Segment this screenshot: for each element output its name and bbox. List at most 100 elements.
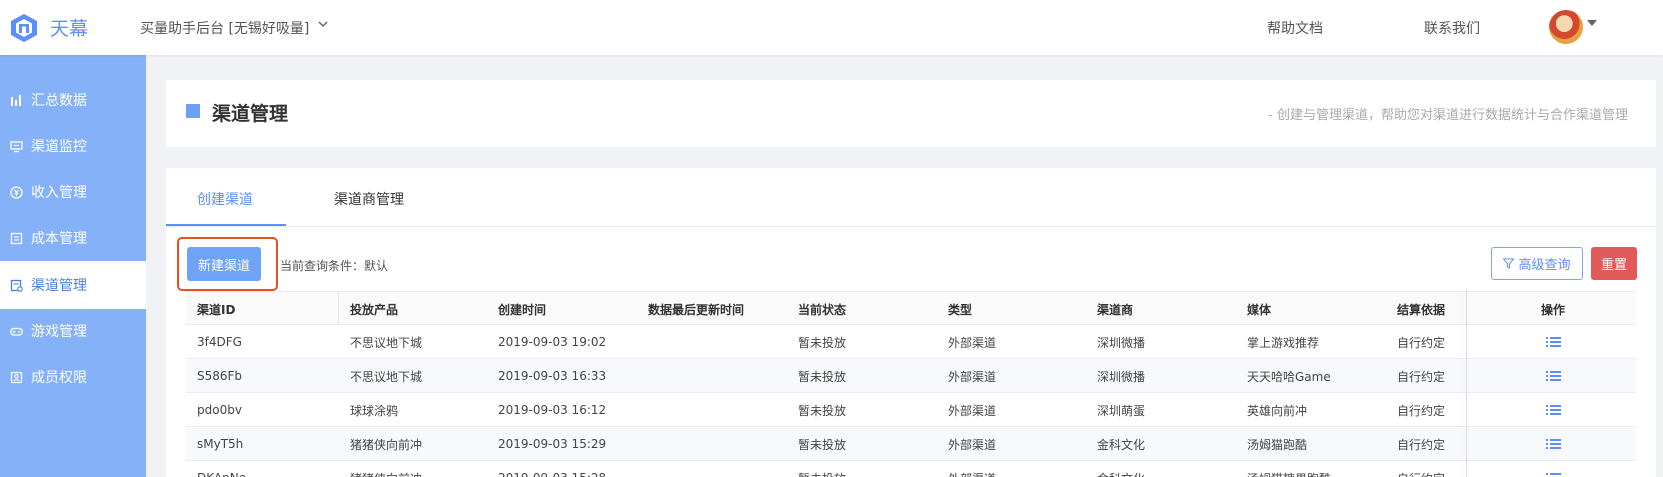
column-divider: [338, 291, 339, 325]
new-channel-button[interactable]: 新建渠道: [187, 247, 261, 281]
title-marker: [186, 104, 200, 118]
table-row[interactable]: sMyT5h 猪猪侠向前冲 2019-09-03 15:29 暂未投放 外部渠道…: [186, 427, 1636, 461]
cell-status: 暂未投放: [798, 369, 847, 384]
page-header-card: 渠道管理 - 创建与管理渠道，帮助您对渠道进行数据统计与合作渠道管理: [166, 80, 1656, 147]
cell-created: 2019-09-03 19:02: [498, 335, 607, 349]
query-condition-value: 默认: [364, 259, 389, 273]
cell-vendor: 深圳微播: [1097, 369, 1146, 384]
content-card: 创建渠道 渠道商管理 新建渠道 当前查询条件： 默认 高级查询 重置 渠道ID …: [166, 168, 1656, 477]
cell-vendor: 金科文化: [1097, 437, 1146, 452]
cell-media: 天天哈哈Game: [1247, 369, 1331, 384]
cell-channel-id: S586Fb: [197, 369, 243, 383]
column-header[interactable]: 投放产品: [350, 292, 398, 326]
list-menu-icon[interactable]: [1546, 325, 1561, 359]
tab-create-channel[interactable]: 创建渠道: [197, 189, 253, 209]
sidebar-item-label: 成本管理: [31, 231, 87, 247]
column-header[interactable]: 结算依据: [1397, 292, 1445, 326]
table-row[interactable]: 3f4DFG 不思议地下城 2019-09-03 19:02 暂未投放 外部渠道…: [186, 325, 1636, 359]
cell-product: 球球涂鸦: [350, 403, 399, 418]
cell-channel-id: 3f4DFG: [197, 335, 242, 349]
table-header-row: 渠道ID 投放产品 创建时间 数据最后更新时间 当前状态 类型 渠道商 媒体 结…: [186, 291, 1636, 325]
doc-icon: [10, 232, 23, 245]
sidebar-item-summary[interactable]: 汇总数据: [0, 76, 146, 124]
monitor-icon: [10, 140, 23, 153]
cell-product: 不思议地下城: [350, 335, 423, 350]
page-title: 渠道管理: [212, 103, 289, 125]
column-header: 操作: [1541, 302, 1566, 317]
tab-bar: 创建渠道 渠道商管理: [166, 168, 1656, 227]
cell-settlement: 自行约定: [1397, 461, 1445, 477]
top-header: 天幕 买量助手后台 [无锡好吸量] 帮助文档 联系我们: [0, 0, 1663, 55]
brand-name[interactable]: 天幕: [50, 14, 88, 41]
cell-type: 外部渠道: [948, 335, 997, 350]
cell-type: 外部渠道: [948, 461, 996, 477]
cell-status: 暂未投放: [798, 461, 846, 477]
table-row[interactable]: pdo0bv 球球涂鸦 2019-09-03 16:12 暂未投放 外部渠道 深…: [186, 393, 1636, 427]
cell-channel-id: sMyT5h: [197, 437, 244, 451]
sidebar-item-label: 收入管理: [31, 185, 87, 201]
sidebar-item-monitor[interactable]: 渠道监控: [0, 122, 146, 170]
cell-type: 外部渠道: [948, 403, 997, 418]
project-selector[interactable]: 买量助手后台 [无锡好吸量]: [140, 18, 309, 38]
cell-vendor: 金科文化: [1097, 461, 1145, 477]
yen-icon: [10, 185, 23, 199]
contact-us-link[interactable]: 联系我们: [1424, 18, 1480, 38]
cell-created: 2019-09-03 16:12: [498, 403, 607, 417]
sidebar-item-members[interactable]: 成员权限: [0, 353, 146, 401]
advanced-search-label: 高级查询: [1518, 258, 1571, 273]
column-header[interactable]: 创建时间: [498, 292, 546, 326]
sidebar-item-label: 渠道监控: [31, 139, 87, 155]
column-header[interactable]: 类型: [948, 292, 972, 326]
tab-channel-vendor[interactable]: 渠道商管理: [334, 189, 404, 209]
member-icon: [10, 371, 23, 384]
sidebar-item-cost[interactable]: 成本管理: [0, 214, 146, 262]
tianmu-logo-icon[interactable]: [8, 12, 40, 44]
cell-product: 猪猪侠向前冲: [350, 461, 422, 477]
column-header[interactable]: 数据最后更新时间: [648, 292, 744, 326]
list-menu-icon[interactable]: [1546, 461, 1561, 477]
cell-settlement: 自行约定: [1397, 403, 1446, 418]
sidebar: 汇总数据 渠道监控 收入管理 成本管理 渠道管理 游戏管理 成员权限: [0, 55, 146, 477]
cell-settlement: 自行约定: [1397, 437, 1446, 452]
list-menu-icon[interactable]: [1546, 427, 1561, 461]
cell-type: 外部渠道: [948, 369, 997, 384]
table-row[interactable]: DKAnNe 猪猪侠向前冲 2019-09-03 15:28 暂未投放 外部渠道…: [186, 461, 1636, 477]
active-tab-indicator: [166, 224, 286, 226]
cell-created: 2019-09-03 16:33: [498, 369, 607, 383]
column-header[interactable]: 当前状态: [798, 292, 846, 326]
cell-status: 暂未投放: [798, 335, 847, 350]
help-docs-link[interactable]: 帮助文档: [1267, 18, 1323, 38]
fixed-column-divider: [1466, 291, 1467, 477]
cell-media: 汤姆猫跑酷: [1247, 437, 1308, 452]
list-menu-icon[interactable]: [1546, 359, 1561, 393]
caret-down-icon[interactable]: [1587, 20, 1597, 26]
cell-created: 2019-09-03 15:29: [498, 437, 607, 451]
sidebar-item-label: 渠道管理: [31, 278, 87, 294]
query-condition-label: 当前查询条件：: [280, 259, 365, 273]
cell-settlement: 自行约定: [1397, 369, 1446, 384]
column-header[interactable]: 媒体: [1247, 292, 1271, 326]
chevron-down-icon[interactable]: [317, 18, 329, 34]
cell-product: 不思议地下城: [350, 369, 423, 384]
column-header[interactable]: 渠道商: [1097, 292, 1133, 326]
cell-type: 外部渠道: [948, 437, 997, 452]
table-row[interactable]: S586Fb 不思议地下城 2019-09-03 16:33 暂未投放 外部渠道…: [186, 359, 1636, 393]
sidebar-item-games[interactable]: 游戏管理: [0, 307, 146, 355]
list-menu-icon[interactable]: [1546, 393, 1561, 427]
cell-media: 英雄向前冲: [1247, 403, 1308, 418]
cell-vendor: 深圳萌蛋: [1097, 403, 1146, 418]
cell-media: 汤姆猫糖果跑酷: [1247, 461, 1331, 477]
cell-vendor: 深圳微播: [1097, 335, 1146, 350]
cell-created: 2019-09-03 15:28: [498, 461, 606, 477]
sidebar-item-label: 成员权限: [31, 370, 87, 386]
avatar[interactable]: [1549, 10, 1583, 44]
cell-status: 暂未投放: [798, 437, 847, 452]
reset-button[interactable]: 重置: [1591, 247, 1637, 280]
gamepad-icon: [10, 325, 23, 338]
cell-media: 掌上游戏推荐: [1247, 335, 1320, 350]
advanced-search-button[interactable]: 高级查询: [1491, 247, 1583, 280]
sidebar-item-revenue[interactable]: 收入管理: [0, 168, 146, 216]
sidebar-item-channel[interactable]: 渠道管理: [0, 261, 146, 309]
column-header[interactable]: 渠道ID: [197, 292, 235, 326]
cell-product: 猪猪侠向前冲: [350, 437, 423, 452]
